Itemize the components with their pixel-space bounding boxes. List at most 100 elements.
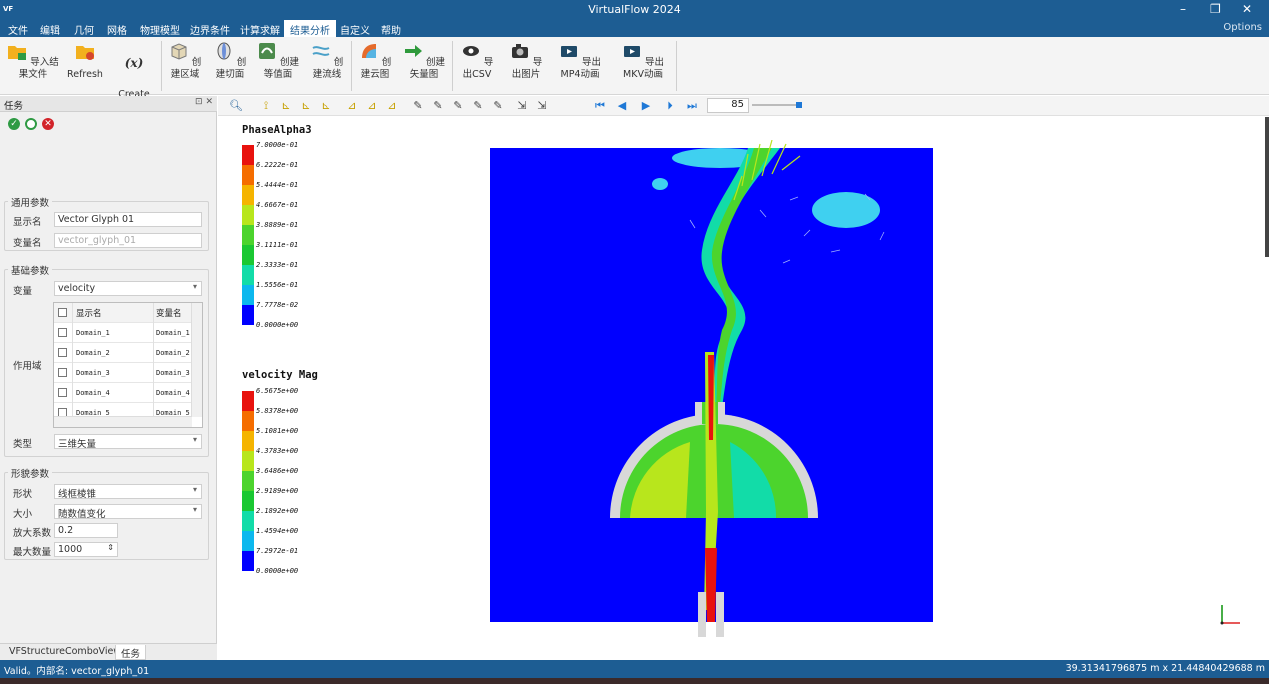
menu-boundary[interactable]: 边界条件: [190, 22, 230, 37]
scale-input[interactable]: 0.2: [54, 523, 118, 538]
frame-slider-knob[interactable]: [796, 102, 802, 108]
ribbon-toolbar: 导入结果文件 Refresh (x) Create Variable 创建区域 …: [0, 37, 1269, 112]
prev-frame-icon[interactable]: ◀: [614, 98, 630, 114]
render-viewport[interactable]: PhaseAlpha3 7.0000e-01 6.2222e-01 5.4444e-…: [218, 117, 1269, 660]
viewport-edge-scrollbar[interactable]: [1265, 117, 1269, 257]
apply-icon[interactable]: [25, 118, 37, 130]
taskbar-strip: [0, 678, 1269, 684]
create-streamline-button[interactable]: 创建流线: [307, 39, 347, 81]
play-icon[interactable]: ▶: [638, 98, 654, 114]
table-vertical-scrollbar[interactable]: [191, 303, 202, 417]
max-count-spinbox[interactable]: 1000 ⇕: [54, 542, 118, 557]
minimize-button[interactable]: –: [1180, 2, 1186, 16]
frame-slider[interactable]: [752, 102, 802, 108]
refresh-button[interactable]: Refresh: [66, 39, 104, 81]
var-name-input[interactable]: vector_glyph_01: [54, 233, 202, 248]
table-row[interactable]: Domain_1 Domain_1: [54, 323, 192, 343]
pick-point-icon[interactable]: ⇲: [514, 98, 530, 114]
view-rotate-x-icon[interactable]: ⊿: [344, 98, 360, 114]
menu-help[interactable]: 帮助: [381, 22, 401, 37]
create-contour-button[interactable]: 创建云图: [355, 39, 395, 81]
create-isosurface-button[interactable]: 创建等值面: [254, 39, 302, 81]
legend-swatch: [242, 451, 254, 471]
display-name-input[interactable]: Vector Glyph 01: [54, 212, 202, 227]
status-bar: Valid。内部名: vector_glyph_01 39.3134179687…: [0, 660, 1269, 678]
export-csv-button[interactable]: 导出CSV: [456, 39, 498, 81]
menu-mesh[interactable]: 网格: [107, 22, 127, 37]
header-var-name[interactable]: 变量名: [156, 307, 182, 319]
select-cell-icon[interactable]: ✎: [430, 98, 446, 114]
view-x-icon[interactable]: ⊾: [278, 98, 294, 114]
last-frame-icon[interactable]: ⏭: [684, 98, 700, 114]
export-mp4-button[interactable]: 导出MP4动画: [552, 39, 608, 81]
next-frame-icon[interactable]: ⏵: [662, 98, 678, 114]
create-slice-button[interactable]: 创建切面: [210, 39, 250, 81]
type-select[interactable]: 三维矢量: [54, 434, 202, 449]
zoom-fit-icon[interactable]: 🔍︎: [228, 98, 244, 114]
window-title: VirtualFlow 2024: [588, 3, 681, 16]
cube-region-icon: [171, 43, 187, 60]
first-frame-icon[interactable]: ⏮: [592, 98, 608, 114]
eye-export-icon: [462, 46, 479, 56]
legend-swatch: [242, 471, 254, 491]
inlet-pipe-right: [716, 592, 724, 637]
variable-select[interactable]: velocity: [54, 281, 202, 296]
export-image-button[interactable]: 导出图片: [505, 39, 547, 81]
title-bar: VF VirtualFlow 2024 – ❐ ✕: [0, 0, 1269, 19]
select-all-checkbox[interactable]: [58, 308, 67, 317]
menu-results[interactable]: 结果分析: [284, 20, 336, 37]
row-checkbox[interactable]: [58, 328, 67, 337]
ok-check-icon[interactable]: ✓: [8, 118, 20, 130]
table-row[interactable]: Domain_2 Domain_2: [54, 343, 192, 363]
menu-custom[interactable]: 自定义: [340, 22, 370, 37]
panel-float-close-buttons[interactable]: ⊡ ✕: [195, 97, 213, 107]
create-vector-button[interactable]: 创建矢量图: [400, 39, 448, 81]
view-y-icon[interactable]: ⊾: [298, 98, 314, 114]
panel-tabs: VFStructureComboView 任务: [0, 643, 217, 660]
menu-physics[interactable]: 物理模型: [140, 22, 180, 37]
shape-select[interactable]: 线框棱锥: [54, 484, 202, 499]
restore-button[interactable]: ❐: [1210, 2, 1221, 16]
size-select[interactable]: 随数值变化: [54, 504, 202, 519]
legend-tick-label: 3.6486e+00: [256, 467, 299, 475]
close-window-button[interactable]: ✕: [1242, 2, 1252, 16]
menu-edit[interactable]: 编辑: [40, 22, 60, 37]
select-point-icon[interactable]: ✎: [410, 98, 426, 114]
camera-icon: [511, 44, 528, 58]
select-region-icon[interactable]: ✎: [490, 98, 506, 114]
view-rotate-z-icon[interactable]: ⊿: [384, 98, 400, 114]
general-params-title: 通用参数: [8, 195, 53, 209]
view-rotate-y-icon[interactable]: ⊿: [364, 98, 380, 114]
spin-arrows-icon[interactable]: ⇕: [107, 543, 114, 552]
table-row[interactable]: Domain_4 Domain_4: [54, 383, 192, 403]
select-block-icon[interactable]: ✎: [470, 98, 486, 114]
pick-cell-icon[interactable]: ⇲: [534, 98, 550, 114]
tab-tasks[interactable]: 任务: [115, 645, 147, 660]
ribbon-separator: [161, 41, 162, 91]
cancel-x-icon[interactable]: ✕: [42, 118, 54, 130]
header-display-name[interactable]: 显示名: [76, 307, 102, 319]
alpha-legend-title: PhaseAlpha3: [242, 124, 312, 136]
row-checkbox[interactable]: [58, 368, 67, 377]
legend-tick-label: 7.0000e-01: [256, 141, 299, 149]
export-mkv-button[interactable]: 导出MKV动画: [614, 39, 672, 81]
view-z-icon[interactable]: ⊾: [318, 98, 334, 114]
options-menu[interactable]: Options: [1223, 22, 1262, 33]
row-checkbox[interactable]: [58, 348, 67, 357]
legend-swatch: [242, 165, 254, 185]
select-face-icon[interactable]: ✎: [450, 98, 466, 114]
frame-number-input[interactable]: 85: [707, 98, 749, 113]
row-checkbox[interactable]: [58, 388, 67, 397]
menu-file[interactable]: 文件: [8, 22, 28, 37]
legend-tick-label: 5.1081e+00: [256, 427, 299, 435]
tab-structure-combo-view[interactable]: VFStructureComboView: [4, 645, 126, 660]
import-results-button[interactable]: 导入结果文件: [4, 39, 62, 81]
menu-solve[interactable]: 计算求解: [240, 22, 280, 37]
table-horizontal-scrollbar[interactable]: [54, 416, 192, 427]
create-region-button[interactable]: 创建区域: [165, 39, 205, 81]
menu-geometry[interactable]: 几何: [74, 22, 94, 37]
display-name-label: 显示名: [13, 217, 42, 228]
max-count-value: 1000: [58, 544, 83, 555]
table-row[interactable]: Domain_3 Domain_3: [54, 363, 192, 383]
view-iso-icon[interactable]: ⟟: [258, 98, 274, 114]
